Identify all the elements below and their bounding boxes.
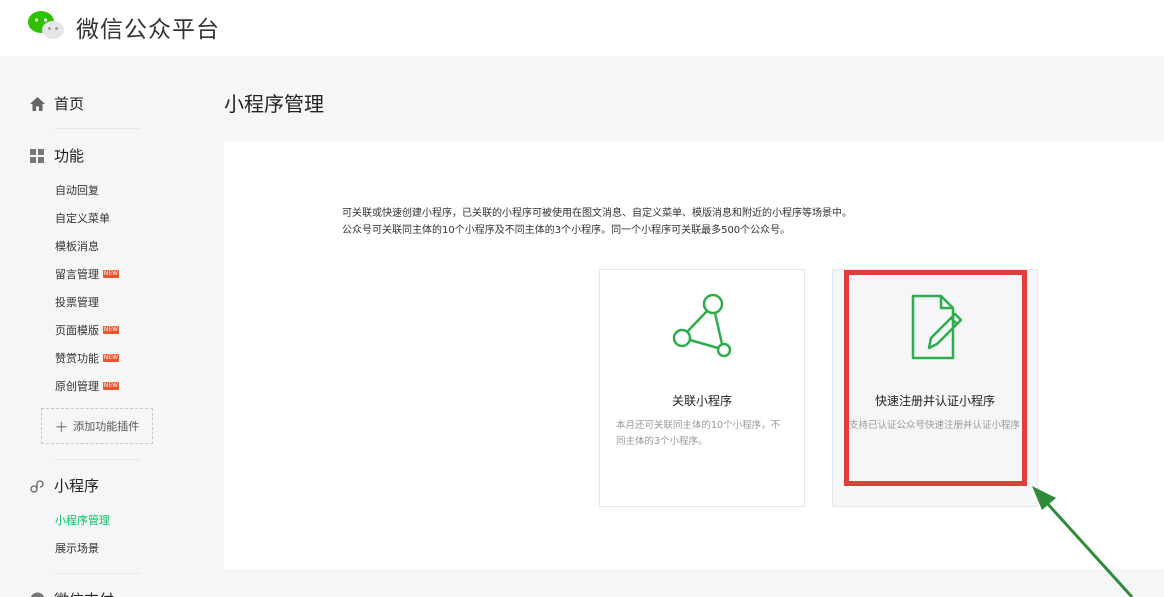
top-bar: 微信公众平台 [0,0,1164,56]
new-badge: NEW [103,270,119,278]
divider [55,573,140,574]
link-miniprogram-card[interactable]: 关联小程序 本月还可关联同主体的10个小程序，不同主体的3个小程序。 [599,269,805,507]
sidebar-item-miniprogram-management[interactable]: 小程序管理 [55,512,110,528]
sidebar-item-label: 自动回复 [55,184,99,197]
description-line: 可关联或快速创建小程序，已关联的小程序可被使用在图文消息、自定义菜单、模版消息和… [342,208,852,219]
sidebar-item-label: 展示场景 [55,542,99,555]
sidebar-section-miniprogram[interactable]: 小程序 [28,475,99,496]
sidebar-section-features[interactable]: 功能 [28,145,84,166]
new-badge: NEW [103,354,119,362]
pay-icon [28,591,46,597]
sidebar-item-comment-management[interactable]: 留言管理 NEW [55,266,119,282]
divider [55,459,140,460]
new-badge: NEW [103,382,119,390]
sidebar-item-label: 小程序管理 [55,514,110,527]
sidebar-item-page-template[interactable]: 页面模版 NEW [55,322,119,338]
platform-title[interactable]: 微信公众平台 [76,10,220,44]
sidebar-item-label: 页面模版 [55,324,99,337]
sidebar-item-reward[interactable]: 赞赏功能 NEW [55,350,119,366]
description: 可关联或快速创建小程序，已关联的小程序可被使用在图文消息、自定义菜单、模版消息和… [342,205,852,239]
sidebar-item-display-scene[interactable]: 展示场景 [55,540,99,556]
new-badge: NEW [103,326,119,334]
share-nodes-icon [600,292,804,362]
link-icon [28,477,46,495]
divider [55,128,140,129]
sidebar-item-label: 投票管理 [55,296,99,309]
sidebar-item-label: 原创管理 [55,380,99,393]
sidebar-section-wechat-pay[interactable]: 微信支付 [28,589,114,597]
add-plugin-button[interactable]: + 添加功能插件 [41,408,153,444]
card-title: 关联小程序 [671,394,732,408]
pointer-arrow-icon [1032,486,1134,597]
sidebar-item-label: 留言管理 [55,268,99,281]
grid-icon [28,147,46,165]
sidebar-item-custom-menu[interactable]: 自定义菜单 [55,210,110,226]
sidebar: 首页 功能 自动回复 自定义菜单 模板消息 留言管理 NEW 投票管理 页面模版 N… [0,56,210,597]
add-plugin-label: 添加功能插件 [73,420,140,433]
description-line: 公众号可关联同主体的10个小程序及不同主体的3个小程序。同一个小程序可关联最多5… [342,225,791,236]
sidebar-item-template-message[interactable]: 模板消息 [55,238,99,254]
sidebar-item-auto-reply[interactable]: 自动回复 [55,182,99,198]
plus-icon: + [54,416,69,436]
sidebar-item-label: 模板消息 [55,240,99,253]
sidebar-section-label: 小程序 [54,477,100,495]
sidebar-section-label: 微信支付 [54,589,114,597]
sidebar-item-label: 赞赏功能 [55,352,99,365]
sidebar-item-label: 自定义菜单 [55,212,110,225]
card-description: 本月还可关联同主体的10个小程序，不同主体的3个小程序。 [616,420,781,447]
sidebar-item-home[interactable]: 首页 [28,93,84,114]
sidebar-item-label: 首页 [54,95,85,113]
page-title: 小程序管理 [224,92,324,116]
wechat-logo-icon[interactable] [26,8,66,42]
sidebar-section-label: 功能 [54,147,85,165]
sidebar-item-vote-management[interactable]: 投票管理 [55,294,99,310]
sidebar-item-original[interactable]: 原创管理 NEW [55,378,119,394]
highlight-box [844,270,1027,486]
home-icon [28,95,46,113]
